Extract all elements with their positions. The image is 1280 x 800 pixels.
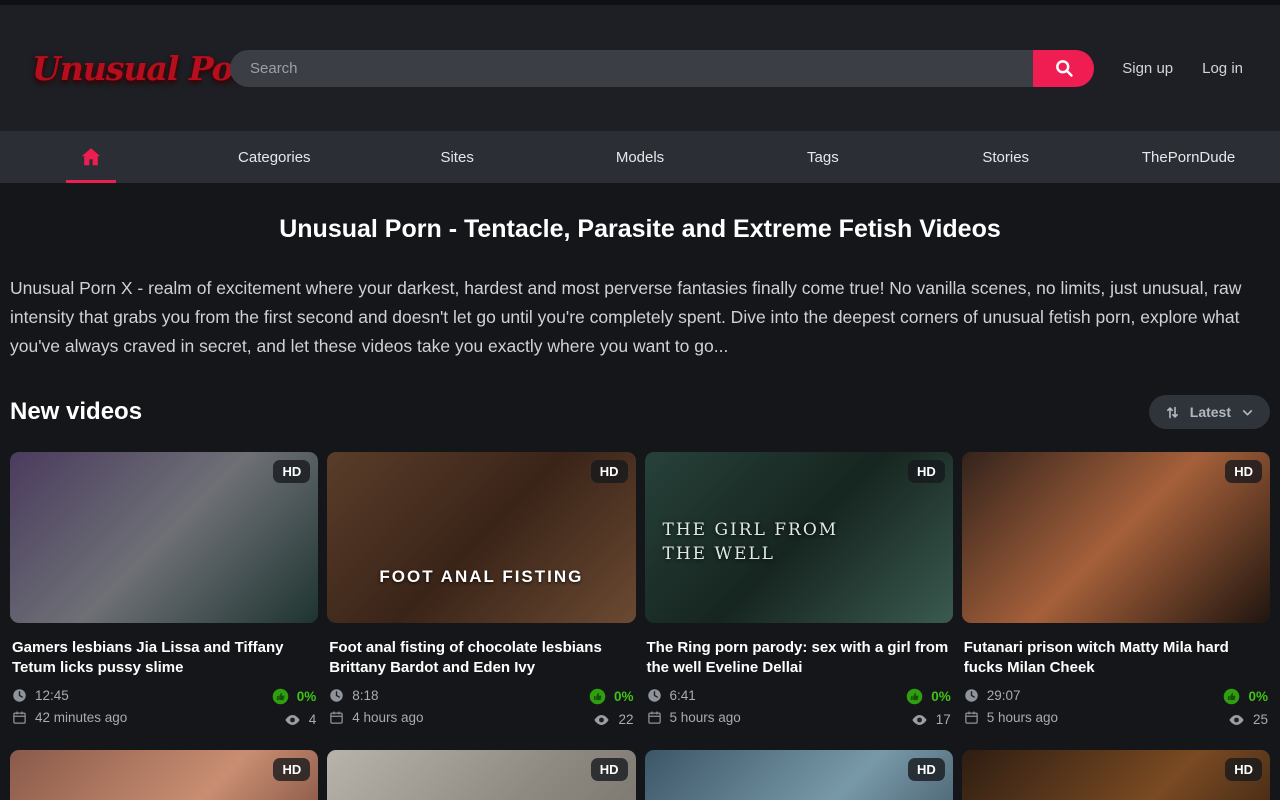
section-title: New videos: [10, 398, 142, 426]
hd-badge: HD: [273, 758, 310, 781]
video-card[interactable]: HD: [962, 750, 1270, 800]
video-rating: 0%: [297, 689, 317, 704]
hd-badge: HD: [273, 460, 310, 483]
video-age: 42 minutes ago: [35, 710, 127, 725]
calendar-icon: [12, 710, 27, 725]
video-rating: 0%: [931, 689, 951, 704]
thumbs-up-icon: [589, 688, 606, 705]
hd-badge: HD: [591, 460, 628, 483]
video-age: 4 hours ago: [352, 710, 423, 725]
video-title[interactable]: Foot anal fisting of chocolate lesbians …: [329, 638, 633, 678]
video-title[interactable]: Gamers lesbians Jia Lissa and Tiffany Te…: [12, 638, 316, 678]
thumbs-up-icon: [1223, 688, 1240, 705]
section-head: New videos Latest: [10, 395, 1270, 429]
video-meta: 6:41 5 hours ago 0% 17: [647, 688, 951, 727]
nav-sites[interactable]: Sites: [366, 131, 549, 183]
video-grid: HD Gamers lesbians Jia Lissa and Tiffany…: [10, 452, 1270, 727]
video-thumbnail[interactable]: FOOT ANAL FISTING HD: [327, 452, 635, 623]
search-input[interactable]: [230, 50, 1033, 87]
video-duration: 12:45: [35, 688, 69, 703]
video-card[interactable]: THE GIRL FROM THE WELL HD The Ring porn …: [645, 452, 953, 727]
hd-badge: HD: [908, 460, 945, 483]
video-thumbnail[interactable]: THE GIRL FROM THE WELL HD: [645, 452, 953, 623]
page-description: Unusual Porn X - realm of excitement whe…: [10, 274, 1270, 361]
search-icon: [1054, 58, 1074, 78]
thumbnail-overlay-text: THE GIRL FROM THE WELL: [663, 518, 839, 566]
clock-icon: [329, 688, 344, 703]
video-card[interactable]: FOOT ANAL FISTING HD Foot anal fisting o…: [327, 452, 635, 727]
login-link[interactable]: Log in: [1202, 60, 1243, 77]
nav-theporndude[interactable]: ThePornDude: [1097, 131, 1280, 183]
video-rating: 0%: [614, 689, 634, 704]
video-views: 4: [309, 712, 317, 727]
eye-icon: [911, 713, 928, 727]
nav-stories[interactable]: Stories: [914, 131, 1097, 183]
home-icon: [80, 146, 102, 168]
calendar-icon: [647, 710, 662, 725]
header: Unusual Porn Sign up Log in: [0, 5, 1280, 131]
video-duration: 8:18: [352, 688, 378, 703]
video-title[interactable]: Futanari prison witch Matty Mila hard fu…: [964, 638, 1268, 678]
video-duration: 6:41: [670, 688, 696, 703]
hd-badge: HD: [591, 758, 628, 781]
video-views: 17: [936, 712, 951, 727]
eye-icon: [1228, 713, 1245, 727]
nav-models[interactable]: Models: [549, 131, 732, 183]
sort-label: Latest: [1190, 404, 1231, 420]
clock-icon: [12, 688, 27, 703]
video-title[interactable]: The Ring porn parody: sex with a girl fr…: [647, 638, 951, 678]
nav-categories[interactable]: Categories: [183, 131, 366, 183]
video-duration: 29:07: [987, 688, 1021, 703]
video-grid-row2: HD HD HD HD: [10, 750, 1270, 800]
video-thumbnail[interactable]: HD: [962, 750, 1270, 800]
video-card[interactable]: HD Gamers lesbians Jia Lissa and Tiffany…: [10, 452, 318, 727]
nav-tags[interactable]: Tags: [731, 131, 914, 183]
video-meta: 8:18 4 hours ago 0% 22: [329, 688, 633, 727]
video-views: 25: [1253, 712, 1268, 727]
video-meta: 12:45 42 minutes ago 0% 4: [12, 688, 316, 727]
video-card[interactable]: HD: [327, 750, 635, 800]
video-thumbnail[interactable]: HD: [10, 452, 318, 623]
video-thumbnail[interactable]: HD: [962, 452, 1270, 623]
main-content: Unusual Porn - Tentacle, Parasite and Ex…: [0, 215, 1280, 800]
video-meta: 29:07 5 hours ago 0% 25: [964, 688, 1268, 727]
signup-link[interactable]: Sign up: [1122, 60, 1173, 77]
site-logo[interactable]: Unusual Porn: [32, 49, 208, 88]
calendar-icon: [964, 710, 979, 725]
main-nav: Categories Sites Models Tags Stories The…: [0, 131, 1280, 183]
video-age: 5 hours ago: [987, 710, 1058, 725]
nav-home[interactable]: [0, 131, 183, 183]
thumbnail-overlay-text: FOOT ANAL FISTING: [327, 567, 635, 587]
video-thumbnail[interactable]: HD: [327, 750, 635, 800]
clock-icon: [964, 688, 979, 703]
clock-icon: [647, 688, 662, 703]
video-rating: 0%: [1248, 689, 1268, 704]
video-card[interactable]: HD: [10, 750, 318, 800]
hd-badge: HD: [1225, 460, 1262, 483]
sort-icon: [1165, 405, 1180, 420]
chevron-down-icon: [1241, 406, 1254, 419]
video-card[interactable]: HD: [645, 750, 953, 800]
video-thumbnail[interactable]: HD: [10, 750, 318, 800]
thumbs-up-icon: [272, 688, 289, 705]
video-thumbnail[interactable]: HD: [645, 750, 953, 800]
thumbs-up-icon: [906, 688, 923, 705]
search-button[interactable]: [1033, 50, 1094, 87]
video-age: 5 hours ago: [670, 710, 741, 725]
eye-icon: [593, 713, 610, 727]
video-card[interactable]: HD Futanari prison witch Matty Mila hard…: [962, 452, 1270, 727]
calendar-icon: [329, 710, 344, 725]
hd-badge: HD: [908, 758, 945, 781]
sort-dropdown[interactable]: Latest: [1149, 395, 1270, 429]
page-title: Unusual Porn - Tentacle, Parasite and Ex…: [10, 215, 1270, 244]
hd-badge: HD: [1225, 758, 1262, 781]
video-views: 22: [618, 712, 633, 727]
eye-icon: [284, 713, 301, 727]
search-bar: [230, 50, 1094, 87]
